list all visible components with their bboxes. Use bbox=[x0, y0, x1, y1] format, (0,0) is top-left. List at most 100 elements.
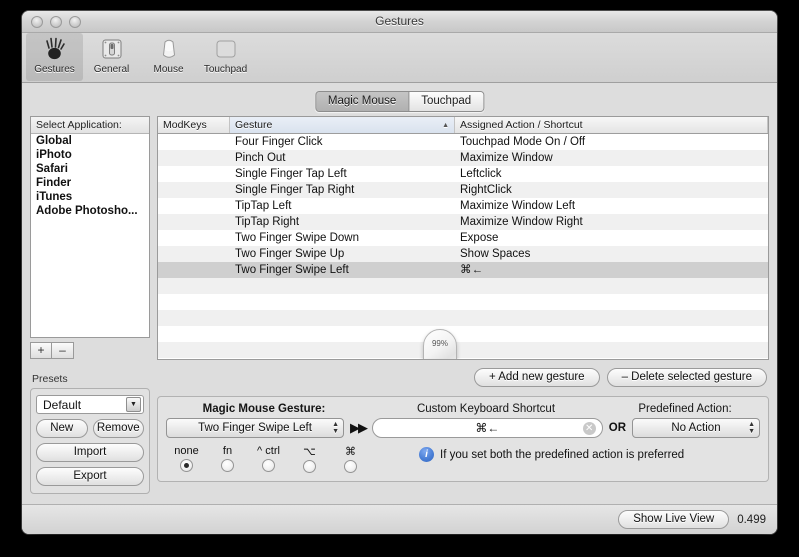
app-window: Gestures Gestures General Mouse Touchpad… bbox=[22, 11, 777, 534]
modifier-none[interactable]: none bbox=[166, 445, 207, 472]
cell-gesture: Single Finger Tap Right bbox=[235, 184, 355, 196]
predefined-action-popup-menu[interactable]: No Action ▲ ▼ bbox=[632, 418, 760, 438]
toolbar-item-mouse[interactable]: Mouse bbox=[140, 33, 197, 81]
app-item-finder[interactable]: Finder bbox=[31, 176, 149, 190]
toolbar-label-gestures: Gestures bbox=[34, 64, 75, 75]
table-row[interactable]: TipTap Left Maximize Window Left bbox=[158, 198, 768, 214]
cell-action: Maximize Window Left bbox=[460, 200, 576, 212]
cell-modkeys bbox=[158, 134, 230, 150]
gesture-popup-menu[interactable]: Two Finger Swipe Left ▲ ▼ bbox=[166, 418, 344, 438]
show-live-view-button[interactable]: Show Live View bbox=[618, 510, 730, 529]
table-row[interactable]: Four Finger Click Touchpad Mode On / Off bbox=[158, 134, 768, 150]
modifier-ctrl[interactable]: ^ ctrl bbox=[248, 445, 289, 472]
tab-bar: Magic Mouse Touchpad bbox=[30, 91, 769, 113]
table-empty-row[interactable] bbox=[158, 342, 768, 358]
table-row[interactable]: Pinch Out Maximize Window bbox=[158, 150, 768, 166]
modifier-fn-label: fn bbox=[222, 445, 233, 457]
toolbar-item-general[interactable]: General bbox=[83, 33, 140, 81]
presets-label: Presets bbox=[32, 373, 68, 385]
app-item-global[interactable]: Global bbox=[31, 134, 149, 148]
cell-gesture: Four Finger Click bbox=[235, 136, 323, 148]
tab-touchpad[interactable]: Touchpad bbox=[408, 92, 484, 111]
cell-action: Leftclick bbox=[460, 168, 502, 180]
remove-preset-button[interactable]: Remove bbox=[92, 419, 144, 438]
right-column: ModKeys Gesture ▲ Assigned Action / Shor… bbox=[157, 116, 769, 504]
column-header-gesture[interactable]: Gesture ▲ bbox=[230, 117, 455, 133]
editor-headings: Magic Mouse Gesture: Custom Keyboard Sho… bbox=[166, 403, 760, 415]
table-header-row: ModKeys Gesture ▲ Assigned Action / Shor… bbox=[158, 117, 768, 134]
modifier-option[interactable]: ⌥ bbox=[289, 445, 330, 473]
cell-action: ⌘← bbox=[460, 264, 483, 276]
toolbar-item-gestures[interactable]: Gestures bbox=[26, 33, 83, 81]
application-list[interactable]: Select Application: Global iPhoto Safari… bbox=[30, 116, 150, 338]
remove-application-button[interactable]: – bbox=[52, 342, 74, 359]
modifier-command[interactable]: ⌘ bbox=[330, 445, 371, 473]
modifier-command-radio[interactable] bbox=[344, 460, 357, 473]
preset-dropdown[interactable]: Default ▼ bbox=[36, 395, 144, 414]
table-empty-row[interactable] bbox=[158, 294, 768, 310]
presets-panel: Default ▼ New Remove Import Export bbox=[30, 388, 150, 494]
magic-mouse-icon bbox=[156, 35, 182, 63]
cell-gesture: Two Finger Swipe Left bbox=[235, 264, 349, 276]
stepper-arrows-icon: ▲ ▼ bbox=[748, 421, 755, 435]
column-header-gesture-label: Gesture bbox=[235, 119, 273, 131]
editor-controls: Two Finger Swipe Left ▲ ▼ ▶▶ ⌘← ✕ OR No A… bbox=[166, 418, 760, 438]
app-item-itunes[interactable]: iTunes bbox=[31, 190, 149, 204]
app-item-adobe-photoshop[interactable]: Adobe Photosho... bbox=[31, 204, 149, 218]
cell-modkeys bbox=[158, 230, 230, 246]
table-empty-row[interactable] bbox=[158, 358, 768, 359]
import-button[interactable]: Import bbox=[36, 443, 144, 462]
table-row[interactable]: TipTap Right Maximize Window Right bbox=[158, 214, 768, 230]
sort-ascending-icon: ▲ bbox=[442, 122, 449, 129]
add-new-gesture-button[interactable]: + Add new gesture bbox=[473, 368, 600, 387]
custom-shortcut-input[interactable]: ⌘← ✕ bbox=[372, 418, 603, 438]
switch-panel-icon bbox=[99, 35, 125, 63]
modifier-option-radio[interactable] bbox=[303, 460, 316, 473]
cell-action: Show Spaces bbox=[460, 248, 531, 260]
export-button[interactable]: Export bbox=[36, 467, 144, 486]
cell-modkeys bbox=[158, 246, 230, 262]
column-header-modkeys[interactable]: ModKeys bbox=[158, 117, 230, 133]
window-title: Gestures bbox=[375, 14, 424, 28]
cell-modkeys bbox=[158, 150, 230, 166]
table-row[interactable]: Single Finger Tap Left Leftclick bbox=[158, 166, 768, 182]
gesture-table[interactable]: ModKeys Gesture ▲ Assigned Action / Shor… bbox=[157, 116, 769, 360]
cell-action: Expose bbox=[460, 232, 499, 244]
column-header-action[interactable]: Assigned Action / Shortcut bbox=[455, 117, 768, 133]
table-row[interactable]: Two Finger Swipe Down Expose bbox=[158, 230, 768, 246]
info-icon: i bbox=[419, 447, 434, 462]
table-empty-row[interactable] bbox=[158, 310, 768, 326]
add-application-button[interactable]: + bbox=[30, 342, 52, 359]
delete-selected-gesture-button[interactable]: – Delete selected gesture bbox=[606, 368, 767, 387]
cell-gesture: Two Finger Swipe Down bbox=[235, 232, 359, 244]
toolbar-item-touchpad[interactable]: Touchpad bbox=[197, 33, 254, 81]
predefined-action-heading: Predefined Action: bbox=[638, 403, 732, 415]
new-preset-button[interactable]: New bbox=[36, 419, 88, 438]
table-row[interactable]: Two Finger Swipe Up Show Spaces bbox=[158, 246, 768, 262]
modifier-none-radio[interactable] bbox=[180, 459, 193, 472]
gesture-heading: Magic Mouse Gesture: bbox=[202, 403, 326, 415]
predefined-action-value: No Action bbox=[671, 422, 721, 434]
gesture-popup-value: Two Finger Swipe Left bbox=[198, 422, 312, 434]
app-item-safari[interactable]: Safari bbox=[31, 162, 149, 176]
preset-button-row: New Remove bbox=[36, 419, 144, 438]
modifier-fn[interactable]: fn bbox=[207, 445, 248, 472]
modifier-fn-radio[interactable] bbox=[221, 459, 234, 472]
tab-magic-mouse[interactable]: Magic Mouse bbox=[315, 92, 409, 111]
table-row-selected[interactable]: Two Finger Swipe Left ⌘← bbox=[158, 262, 768, 278]
modifier-ctrl-radio[interactable] bbox=[262, 459, 275, 472]
cell-gesture: TipTap Right bbox=[235, 216, 300, 228]
table-empty-row[interactable] bbox=[158, 278, 768, 294]
chevron-down-icon: ▼ bbox=[126, 397, 141, 412]
app-item-iphoto[interactable]: iPhoto bbox=[31, 148, 149, 162]
application-list-header: Select Application: bbox=[31, 117, 149, 134]
clear-shortcut-icon[interactable]: ✕ bbox=[582, 422, 596, 435]
version-label: 0.499 bbox=[737, 513, 766, 526]
table-row[interactable]: Single Finger Tap Right RightClick bbox=[158, 182, 768, 198]
toolbar-label-mouse: Mouse bbox=[153, 64, 184, 75]
cell-modkeys bbox=[158, 262, 230, 278]
table-empty-row[interactable] bbox=[158, 326, 768, 342]
cell-gesture: TipTap Left bbox=[235, 200, 292, 212]
toolbar-label-touchpad: Touchpad bbox=[203, 64, 248, 75]
or-label: OR bbox=[608, 422, 626, 434]
